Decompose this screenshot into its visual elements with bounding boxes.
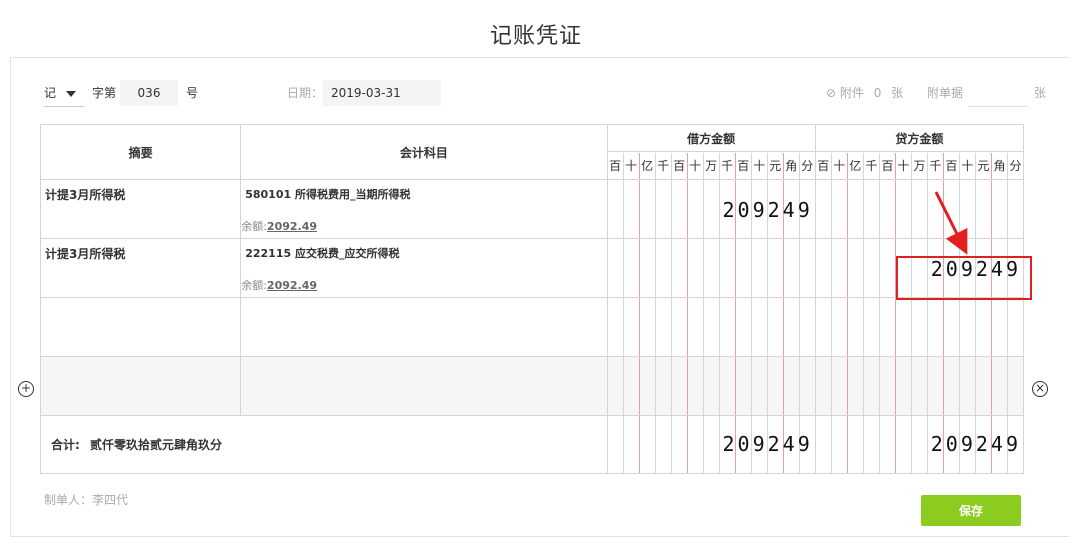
maker-label: 制单人：李四代 [44, 493, 129, 507]
save-button[interactable]: 保存 [921, 495, 1021, 526]
annotation-arrow-icon [934, 191, 968, 255]
